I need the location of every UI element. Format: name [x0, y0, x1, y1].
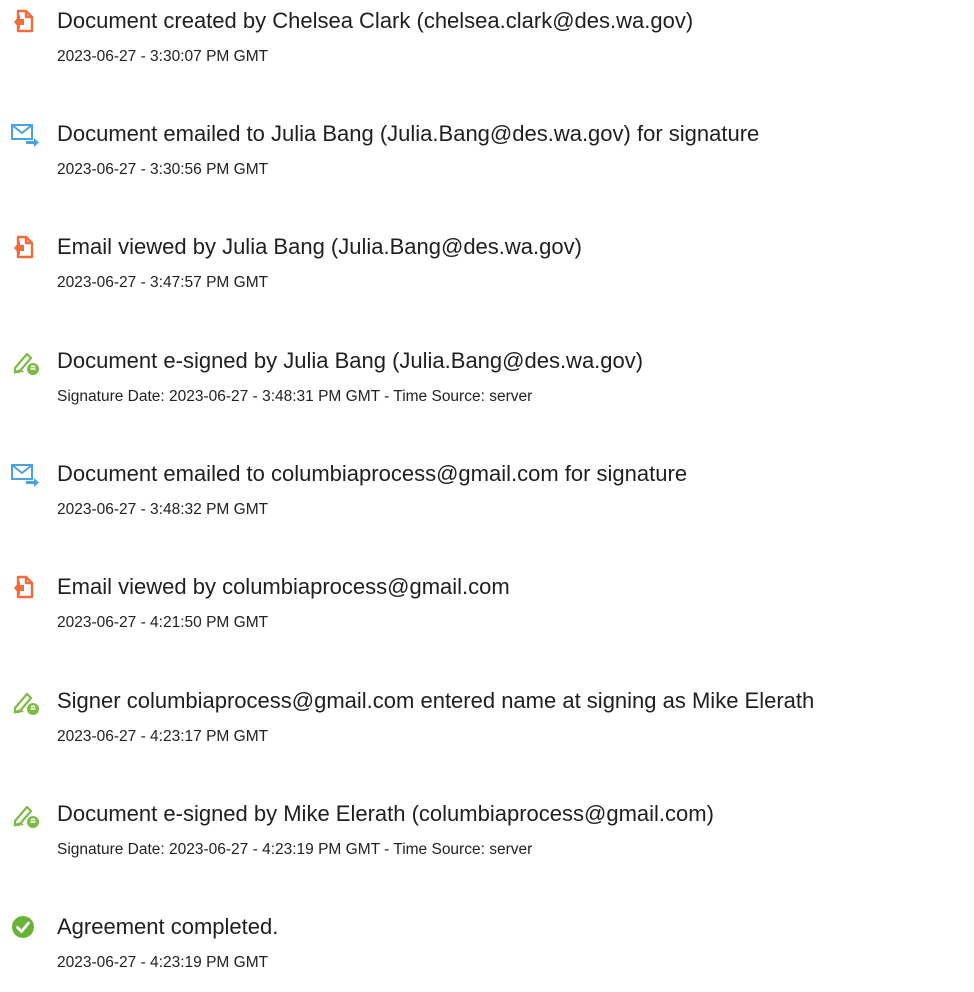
check-circle-icon [10, 912, 40, 942]
email-sent-icon [10, 459, 40, 489]
event-timestamp: 2023-06-27 - 3:47:57 PM GMT [57, 274, 269, 291]
document-created-icon [10, 572, 40, 602]
audit-event: Signer columbiaprocess@gmail.com entered… [10, 686, 974, 756]
email-sent-icon [10, 119, 40, 149]
audit-event: Email viewed by columbiaprocess@gmail.co… [10, 572, 974, 642]
event-timestamp: 2023-06-27 - 4:23:19 PM GMT [57, 954, 269, 971]
audit-event: Email viewed by Julia Bang (Julia.Bang@d… [10, 232, 974, 302]
event-timestamp: Signature Date: 2023-06-27 - 4:23:19 PM … [57, 841, 533, 858]
event-timestamp: 2023-06-27 - 4:21:50 PM GMT [57, 614, 269, 631]
event-title: Document e-signed by Julia Bang (Julia.B… [57, 348, 644, 373]
event-title: Document emailed to columbiaprocess@gmai… [57, 461, 688, 486]
audit-event: Document created by Chelsea Clark (chels… [10, 6, 974, 76]
event-timestamp: 2023-06-27 - 3:30:07 PM GMT [57, 48, 269, 65]
e-sign-pen-icon [10, 686, 40, 716]
event-title: Signer columbiaprocess@gmail.com entered… [57, 688, 815, 713]
audit-event: Document emailed to Julia Bang (Julia.Ba… [10, 119, 974, 189]
audit-event: Agreement completed. 2023-06-27 - 4:23:1… [10, 912, 974, 982]
event-timestamp: 2023-06-27 - 4:23:17 PM GMT [57, 728, 269, 745]
document-created-icon [10, 232, 40, 262]
audit-event: Document e-signed by Julia Bang (Julia.B… [10, 346, 974, 416]
event-timestamp: 2023-06-27 - 3:48:32 PM GMT [57, 501, 269, 518]
event-title: Document created by Chelsea Clark (chels… [57, 8, 694, 33]
e-sign-pen-icon [10, 346, 40, 376]
event-title: Email viewed by Julia Bang (Julia.Bang@d… [57, 234, 582, 259]
document-created-icon [10, 6, 40, 36]
e-sign-pen-icon [10, 799, 40, 829]
event-title: Document emailed to Julia Bang (Julia.Ba… [57, 121, 760, 146]
audit-event: Document emailed to columbiaprocess@gmai… [10, 459, 974, 529]
event-timestamp: 2023-06-27 - 3:30:56 PM GMT [57, 161, 269, 178]
event-title: Email viewed by columbiaprocess@gmail.co… [57, 574, 510, 599]
audit-event: Document e-signed by Mike Elerath (colum… [10, 799, 974, 869]
event-timestamp: Signature Date: 2023-06-27 - 3:48:31 PM … [57, 388, 533, 405]
event-title: Document e-signed by Mike Elerath (colum… [57, 801, 714, 826]
event-title: Agreement completed. [57, 914, 279, 939]
